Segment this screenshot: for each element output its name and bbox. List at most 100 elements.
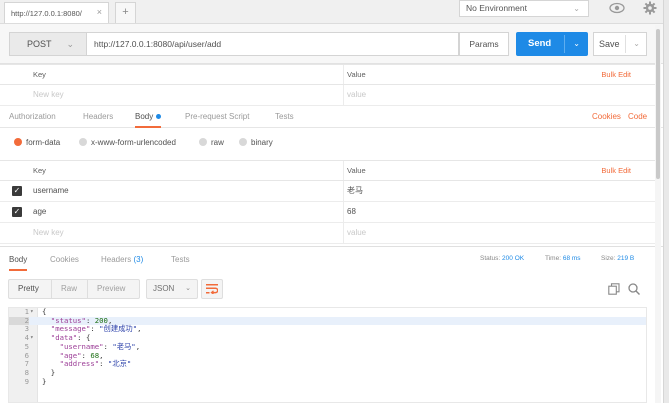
radio-form-data-label: form-data — [26, 138, 61, 147]
tab-pre-request-script[interactable]: Pre-request Script — [185, 106, 249, 127]
row-key-input[interactable]: age — [33, 202, 46, 222]
column-divider — [343, 202, 344, 222]
code-line: 7 "address": "北京" — [9, 359, 646, 369]
body-value-header: Value — [347, 166, 366, 175]
radio-urlencoded[interactable]: x-www-form-urlencoded — [79, 137, 176, 149]
response-status: Status: 200 OK — [480, 247, 524, 270]
radio-selected-icon — [14, 138, 22, 146]
manage-environments-button[interactable] — [637, 0, 663, 17]
code-line: 9} — [9, 376, 646, 387]
radio-binary-label: binary — [251, 138, 273, 147]
params-key-header: Key — [33, 70, 46, 79]
request-tab-label: http://127.0.0.1:8080/ — [11, 8, 82, 18]
tab-authorization[interactable]: Authorization — [9, 106, 56, 127]
code-line: 5 "username": "老马", — [9, 342, 646, 352]
view-preview-button[interactable]: Preview — [97, 280, 125, 298]
row-enabled-checkbox[interactable]: ✓ — [12, 207, 22, 217]
request-tab-bar: http://127.0.0.1:8080/ × + No Environmen… — [0, 0, 669, 24]
response-tab-headers[interactable]: Headers (3) — [101, 247, 143, 272]
main-scrollbar[interactable] — [655, 25, 661, 403]
code-line: 3 "message": "创建成功", — [9, 325, 646, 334]
params-new-row: New key value — [0, 85, 655, 106]
response-tab-tests[interactable]: Tests — [171, 247, 190, 272]
environment-select[interactable]: No Environment ⌄ — [459, 0, 589, 17]
view-divider — [51, 280, 52, 298]
search-response-button[interactable] — [628, 283, 640, 297]
params-bulk-edit-link[interactable]: Bulk Edit — [601, 65, 631, 85]
view-pretty-button[interactable]: Pretty — [18, 280, 39, 298]
line-number: 9 — [24, 376, 29, 386]
response-format-value: JSON — [153, 284, 175, 293]
body-bulk-edit-link[interactable]: Bulk Edit — [601, 161, 631, 181]
code-text: } — [42, 376, 47, 386]
fold-toggle-icon[interactable]: ▾ — [30, 308, 34, 317]
response-toolbar: Pretty Raw Preview JSON ⌄ — [0, 271, 669, 307]
code-text: "address": "北京" — [59, 359, 132, 369]
environment-value: No Environment — [466, 3, 527, 13]
column-divider — [343, 65, 344, 84]
view-raw-button[interactable]: Raw — [61, 280, 77, 298]
time-label: Time: — [545, 255, 562, 262]
tab-body[interactable]: Body — [135, 106, 162, 128]
radio-raw-label: raw — [211, 138, 224, 147]
tab-tests[interactable]: Tests — [275, 106, 294, 127]
table-row: ✓ age 68 — [0, 202, 655, 223]
copy-response-button[interactable] — [608, 283, 620, 297]
copy-icon — [608, 283, 620, 295]
response-body-editor[interactable]: 1 ▾{ 2 "status": 200, 3 "message": "创建成功"… — [8, 307, 647, 403]
chevron-down-icon[interactable]: ⌄ — [573, 32, 580, 56]
radio-raw[interactable]: raw — [199, 137, 224, 149]
params-new-key-input[interactable]: New key — [33, 85, 64, 105]
url-input[interactable]: http://127.0.0.1:8080/api/user/add — [87, 32, 459, 56]
tab-headers[interactable]: Headers — [83, 106, 113, 127]
method-select[interactable]: POST ⌄ — [9, 32, 87, 56]
eye-icon — [609, 2, 625, 14]
params-new-value-input[interactable]: value — [347, 85, 366, 105]
body-type-selector: form-data x-www-form-urlencoded raw bina… — [0, 130, 669, 156]
response-tab-cookies[interactable]: Cookies — [50, 247, 79, 272]
radio-form-data[interactable]: form-data — [14, 137, 60, 149]
row-value-input[interactable]: 68 — [347, 202, 356, 222]
send-label: Send — [528, 38, 552, 49]
send-divider — [564, 35, 565, 53]
response-tab-headers-label: Headers — [101, 255, 132, 264]
params-value-header: Value — [347, 70, 366, 79]
params-button[interactable]: Params — [459, 32, 509, 56]
column-divider — [343, 85, 344, 105]
body-new-key-input[interactable]: New key — [33, 223, 64, 243]
response-view-mode-group: Pretty Raw Preview — [8, 279, 140, 299]
status-value: 200 OK — [502, 255, 525, 262]
close-tab-icon[interactable]: × — [97, 7, 102, 17]
status-label: Status: — [480, 255, 501, 262]
send-button[interactable]: Send ⌄ — [516, 32, 588, 56]
radio-binary[interactable]: binary — [239, 137, 273, 149]
request-url-bar: POST ⌄ http://127.0.0.1:8080/api/user/ad… — [0, 24, 669, 64]
body-new-value-input[interactable]: value — [347, 223, 366, 243]
method-value: POST — [27, 39, 52, 49]
row-key-input[interactable]: username — [33, 181, 69, 201]
environment-quick-look-button[interactable] — [604, 0, 630, 17]
response-format-select[interactable]: JSON ⌄ — [146, 279, 198, 299]
fold-toggle-icon[interactable]: ▾ — [30, 334, 34, 343]
window-edge — [663, 0, 669, 403]
body-key-header: Key — [33, 166, 46, 175]
add-tab-button[interactable]: + — [115, 2, 136, 23]
table-row: ✓ username 老马 — [0, 181, 655, 202]
column-divider — [343, 223, 344, 243]
body-indicator-dot — [156, 114, 162, 120]
save-button[interactable]: Save ⌄ — [593, 32, 647, 56]
cookies-link[interactable]: Cookies — [592, 106, 621, 127]
code-line: 8 } — [9, 368, 646, 378]
row-value-input[interactable]: 老马 — [347, 181, 363, 201]
chevron-down-icon[interactable]: ⌄ — [633, 33, 640, 55]
chevron-down-icon: ⌄ — [185, 285, 191, 292]
wrap-lines-button[interactable] — [201, 279, 223, 299]
response-tab-body[interactable]: Body — [9, 247, 28, 271]
request-tab[interactable]: http://127.0.0.1:8080/ × — [4, 2, 109, 23]
response-tabs: Body Cookies Headers (3) Tests Status: 2… — [0, 246, 669, 272]
radio-unselected-icon — [239, 138, 247, 146]
scrollbar-thumb[interactable] — [656, 29, 660, 179]
code-link[interactable]: Code — [628, 106, 647, 127]
row-enabled-checkbox[interactable]: ✓ — [12, 186, 22, 196]
chevron-down-icon: ⌄ — [66, 39, 74, 49]
